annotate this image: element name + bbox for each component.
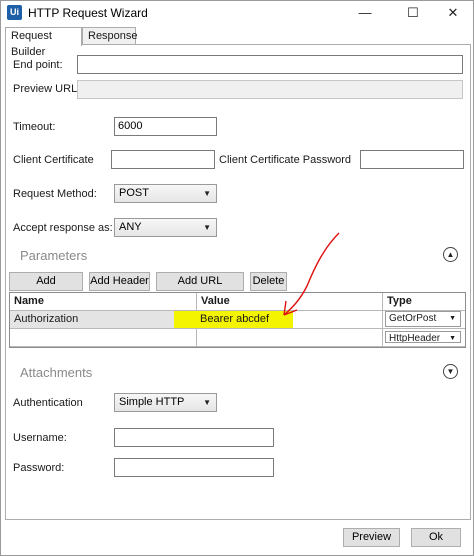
- authorization-value-text[interactable]: Bearer abcdef: [200, 313, 269, 325]
- minimize-icon[interactable]: —: [345, 1, 385, 25]
- endpoint-label: End point:: [13, 59, 63, 71]
- window-title: HTTP Request Wizard: [28, 6, 148, 20]
- parameters-section-title: Parameters: [20, 248, 88, 263]
- collapse-parameters-icon[interactable]: ▲: [443, 247, 458, 262]
- delete-button[interactable]: Delete: [250, 272, 287, 291]
- close-icon[interactable]: ✕: [433, 1, 473, 25]
- chevron-down-icon: ▼: [449, 335, 456, 342]
- preview-url-label: Preview URL:: [13, 83, 81, 95]
- maximize-icon[interactable]: ☐: [393, 1, 433, 25]
- chevron-down-icon: ▼: [203, 398, 211, 407]
- accept-response-value: ANY: [119, 221, 142, 233]
- chevron-down-icon: ▼: [449, 315, 456, 322]
- title-bar: Ui HTTP Request Wizard — ☐ ✕: [1, 1, 473, 25]
- uipath-logo-icon: Ui: [7, 5, 22, 20]
- http-request-wizard-window: Ui HTTP Request Wizard — ☐ ✕ Request Bui…: [0, 0, 474, 556]
- tab-request-builder[interactable]: Request Builder: [5, 27, 82, 58]
- timeout-input[interactable]: 6000: [114, 117, 217, 136]
- column-header-value[interactable]: Value: [197, 293, 383, 311]
- endpoint-input[interactable]: [77, 55, 463, 74]
- column-header-name[interactable]: Name: [10, 293, 197, 311]
- grid-header-row: Name Value Type: [10, 293, 465, 311]
- add-header-button[interactable]: Add Header: [89, 272, 150, 291]
- add-url-segment-button[interactable]: Add URL Segment: [156, 272, 244, 304]
- type-value: GetOrPost: [389, 313, 437, 324]
- client-certificate-input[interactable]: [111, 150, 215, 169]
- attachments-section-title: Attachments: [20, 365, 93, 380]
- add-parameter-button[interactable]: Add Parameter: [9, 272, 83, 304]
- username-input[interactable]: [114, 428, 274, 447]
- type-select-row2[interactable]: HttpHeader ▼: [385, 331, 461, 343]
- type-select-row1[interactable]: GetOrPost ▼: [385, 311, 461, 327]
- authentication-select[interactable]: Simple HTTP ▼: [114, 393, 217, 412]
- request-method-select[interactable]: POST ▼: [114, 184, 217, 203]
- column-header-type[interactable]: Type: [383, 293, 465, 311]
- authentication-value: Simple HTTP: [119, 396, 185, 408]
- param-name-cell[interactable]: Authorization: [10, 311, 197, 329]
- client-certificate-label: Client Certificate: [13, 154, 94, 166]
- type-value: HttpHeader: [389, 333, 441, 343]
- request-method-label: Request Method:: [13, 188, 97, 200]
- authentication-label: Authentication: [13, 397, 83, 409]
- password-input[interactable]: [114, 458, 274, 477]
- expand-attachments-icon[interactable]: ▼: [443, 364, 458, 379]
- param-name-cell[interactable]: [10, 329, 197, 347]
- client-certificate-password-label: Client Certificate Password: [219, 154, 352, 166]
- password-label: Password:: [13, 462, 65, 474]
- client-certificate-password-input[interactable]: [360, 150, 464, 169]
- chevron-down-icon: ▼: [203, 223, 211, 232]
- username-label: Username:: [13, 432, 67, 444]
- accept-response-label: Accept response as:: [13, 222, 113, 234]
- accept-response-select[interactable]: ANY ▼: [114, 218, 217, 237]
- ok-button[interactable]: Ok: [411, 528, 461, 547]
- timeout-label: Timeout:: [13, 121, 56, 133]
- preview-button[interactable]: Preview: [343, 528, 400, 547]
- preview-url-field: [77, 80, 463, 99]
- request-method-value: POST: [119, 187, 149, 199]
- tab-response[interactable]: Response: [82, 27, 138, 45]
- param-value-cell[interactable]: [197, 329, 383, 347]
- chevron-down-icon: ▼: [203, 189, 211, 198]
